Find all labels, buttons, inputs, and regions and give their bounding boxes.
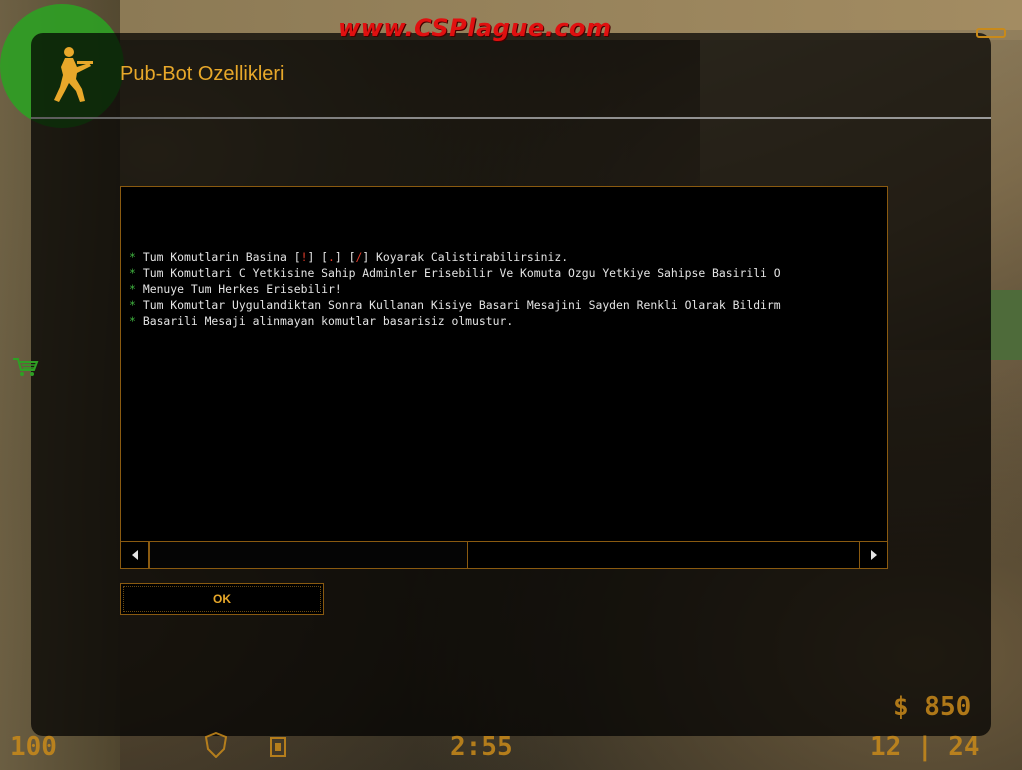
- hud-money: $ 850: [893, 692, 972, 722]
- top-right-indicator: [976, 28, 1006, 38]
- prefix-symbol: .: [328, 250, 335, 264]
- site-banner: www.CSPlague.com: [338, 14, 612, 42]
- scroll-right-button[interactable]: [859, 542, 887, 568]
- triangle-left-icon: [131, 550, 138, 560]
- info-text-lines: * Tum Komutlarin Basina [!] [.] [/] Koyar…: [129, 249, 887, 329]
- info-line-text: ] [: [334, 250, 356, 264]
- info-line-text: Tum Komutlari C Yetkisine Sahip Adminler…: [142, 266, 781, 280]
- info-line-text: Basarili Mesaji alinmayan komutlar basar…: [142, 314, 514, 328]
- info-line-text: ] Koyarak Calistirabilirsiniz.: [362, 250, 569, 264]
- counter-terrorist-logo-icon: [54, 47, 93, 102]
- triangle-right-icon: [870, 550, 877, 560]
- scrollbar-thumb[interactable]: [149, 542, 468, 568]
- info-line-3: * Menuye Tum Herkes Erisebilir!: [129, 281, 887, 297]
- info-line-4: * Tum Komutlar Uygulandiktan Sonra Kullan…: [129, 297, 887, 313]
- bullet-icon: *: [129, 282, 136, 296]
- bomb-icon: [268, 736, 288, 763]
- info-line-1: * Tum Komutlarin Basina [!] [.] [/] Koyar…: [129, 249, 887, 265]
- info-dialog: Pub-Bot Ozellikleri * Tum Komutlarin Basi…: [31, 33, 991, 736]
- header-divider: [31, 117, 991, 119]
- info-line-text: Tum Komutlar Uygulandiktan Sonra Kullana…: [142, 298, 781, 312]
- ok-button[interactable]: OK: [120, 583, 324, 615]
- horizontal-scrollbar[interactable]: [120, 541, 888, 569]
- hud-timer: 2:55: [450, 732, 513, 762]
- dialog-title: Pub-Bot Ozellikleri: [120, 63, 285, 85]
- info-line-text: Menuye Tum Herkes Erisebilir!: [142, 282, 342, 296]
- bullet-icon: *: [129, 314, 136, 328]
- info-line-text: Tum Komutlarin Basina [: [142, 250, 301, 264]
- dialog-header: Pub-Bot Ozellikleri: [31, 33, 991, 117]
- hud-ammo: 12 | 24: [870, 732, 980, 762]
- hud-health: 100: [10, 732, 57, 762]
- info-line-text: ] [: [307, 250, 329, 264]
- info-text-panel[interactable]: * Tum Komutlarin Basina [!] [.] [/] Koyar…: [120, 186, 888, 569]
- scroll-left-button[interactable]: [121, 542, 149, 568]
- background-crate: [990, 290, 1022, 360]
- info-line-2: * Tum Komutlari C Yetkisine Sahip Adminle…: [129, 265, 887, 281]
- bullet-icon: *: [129, 266, 136, 280]
- info-line-5: * Basarili Mesaji alinmayan komutlar basa…: [129, 313, 887, 329]
- shield-icon: [204, 731, 228, 764]
- bullet-icon: *: [129, 250, 136, 264]
- bullet-icon: *: [129, 298, 136, 312]
- shopping-cart-icon[interactable]: [12, 356, 40, 378]
